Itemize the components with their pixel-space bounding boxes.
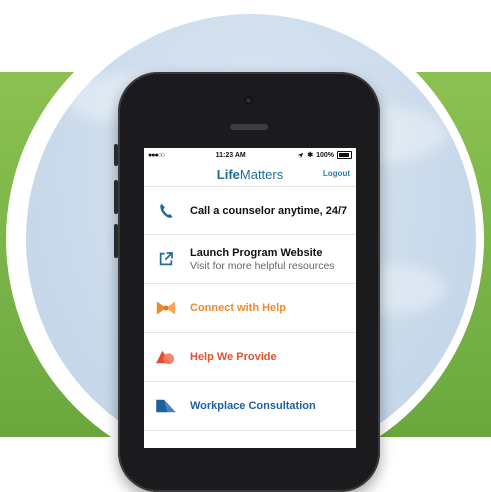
bowtie-icon (154, 296, 178, 320)
menu-item-subtitle: Visit for more helpful resources (190, 259, 335, 272)
menu-item-help-we-provide[interactable]: Help We Provide (144, 333, 356, 382)
battery-percent: 100% (316, 151, 334, 159)
app-screen: ●●●○○ 11:23 AM ✱ 100% LifeMatters Logout… (144, 148, 356, 448)
menu-item-workplace-consultation[interactable]: Workplace Consultation (144, 382, 356, 431)
menu-item-label: Help We Provide (190, 351, 277, 363)
location-arrow-icon (297, 152, 304, 158)
shapes-icon (154, 345, 178, 369)
menu-item-label: Connect with Help (190, 302, 286, 314)
phone-device: ●●●○○ 11:23 AM ✱ 100% LifeMatters Logout… (114, 72, 380, 492)
triangle-icon (154, 394, 178, 418)
external-link-icon (154, 247, 178, 271)
phone-icon (154, 199, 178, 223)
status-bar: ●●●○○ 11:23 AM ✱ 100% (144, 148, 356, 162)
bluetooth-icon: ✱ (307, 152, 314, 159)
menu-item-label: Call a counselor anytime, 24/7 (190, 204, 348, 217)
logout-button[interactable]: Logout (323, 169, 350, 178)
front-camera (244, 96, 253, 105)
status-time: 11:23 AM (215, 151, 246, 159)
menu-item-connect-with-help[interactable]: Connect with Help (144, 284, 356, 333)
menu-item-launch-website[interactable]: Launch Program Website Visit for more he… (144, 235, 356, 284)
menu-item-label: Launch Program Website (190, 246, 323, 259)
lifematters-logo: LifeMatters (216, 166, 284, 182)
signal-indicator: ●●●○○ (148, 151, 165, 159)
earpiece-speaker (230, 124, 268, 130)
navigation-bar: LifeMatters Logout (144, 162, 356, 187)
menu-item-label: Workplace Consultation (190, 400, 316, 412)
battery-icon (336, 151, 352, 159)
menu-item-call-counselor[interactable]: Call a counselor anytime, 24/7 (144, 187, 356, 235)
